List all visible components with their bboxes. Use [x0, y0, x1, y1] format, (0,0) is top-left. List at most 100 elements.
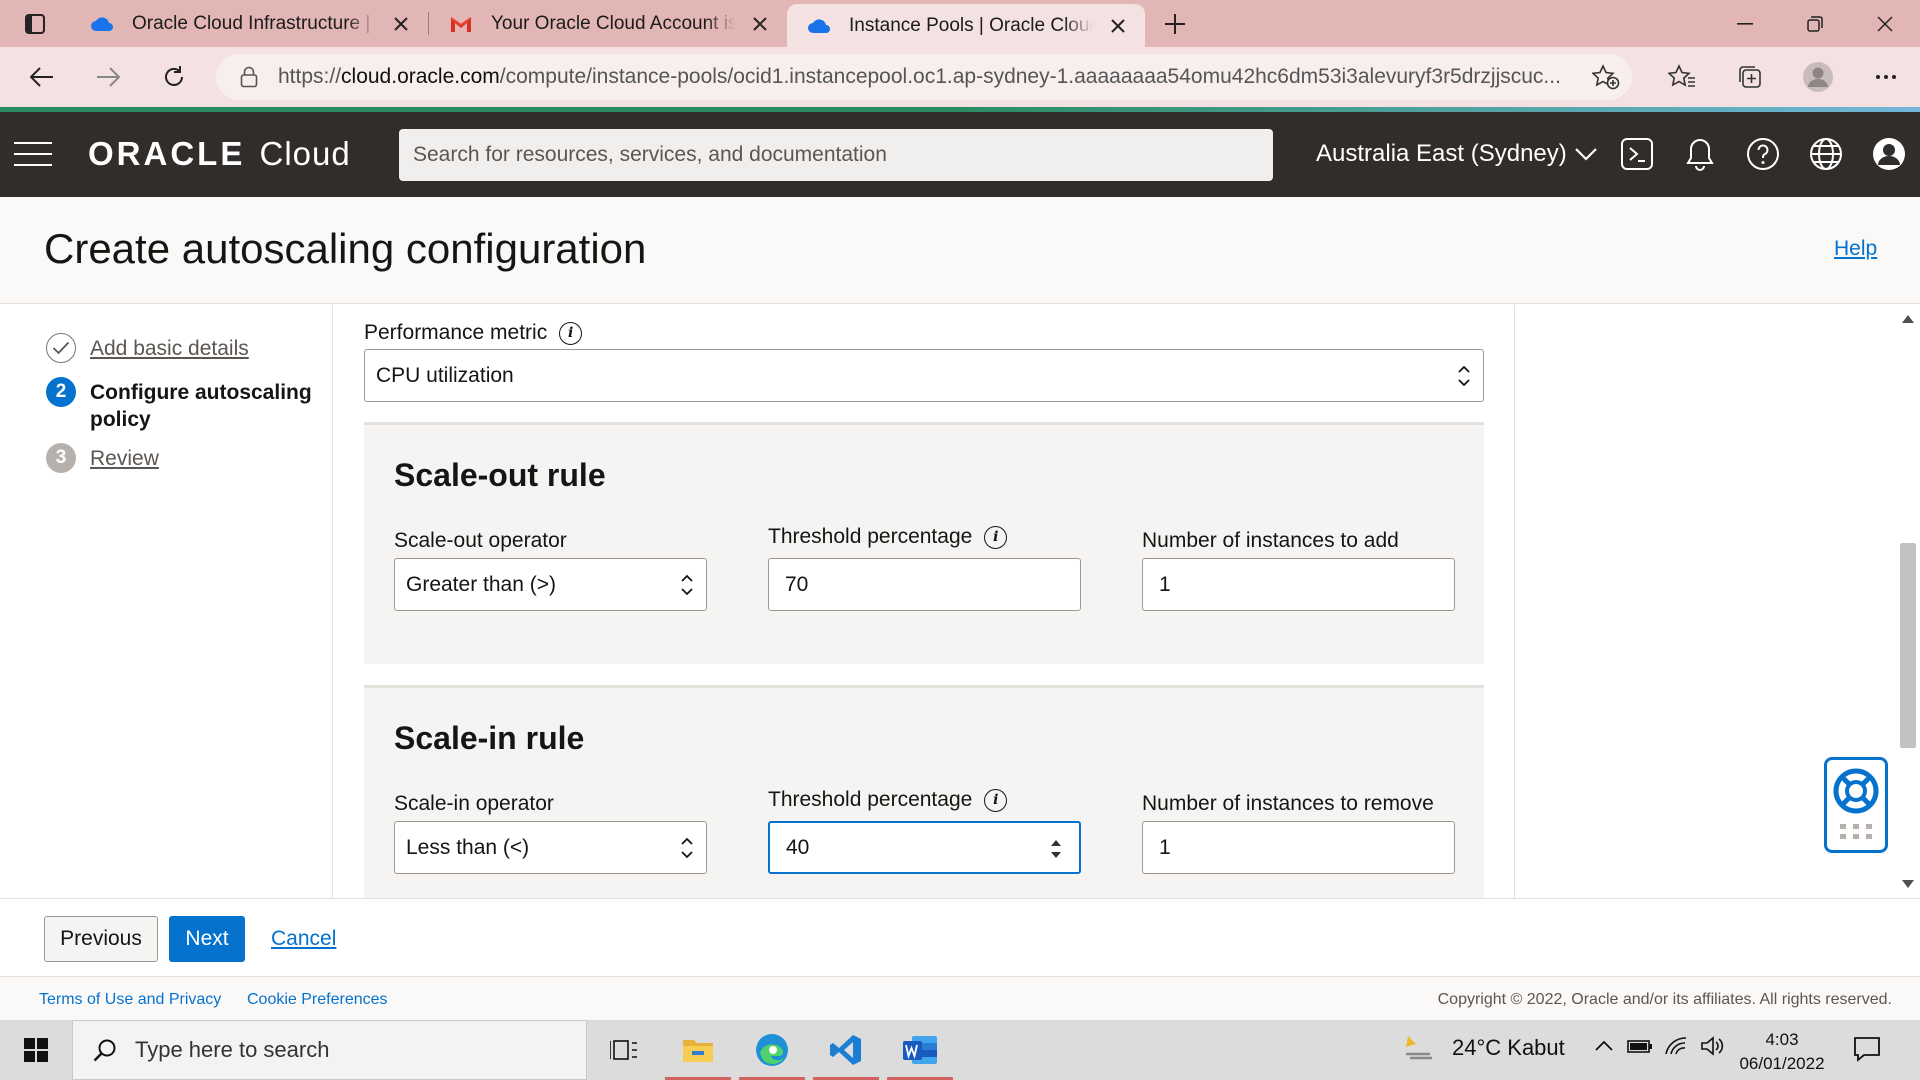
profile-avatar[interactable] [1784, 47, 1852, 107]
browser-tab-gmail[interactable]: Your Oracle Cloud Account is Fully [429, 0, 787, 47]
tab-actions-icon[interactable] [0, 0, 70, 47]
next-button[interactable]: Next [169, 916, 245, 962]
scroll-down-arrow-icon[interactable] [1902, 880, 1914, 888]
word-icon[interactable] [883, 1020, 957, 1080]
global-search-input[interactable]: Search for resources, services, and docu… [399, 129, 1273, 181]
cookie-preferences-link[interactable]: Cookie Preferences [247, 991, 388, 1009]
minimize-icon[interactable] [1710, 0, 1780, 47]
clock-date: 06/01/2022 [1739, 1054, 1825, 1073]
scale-out-operator-label: Scale-out operator [394, 529, 567, 553]
url-field[interactable]: https://cloud.oracle.com/compute/instanc… [216, 54, 1632, 100]
window-controls [1710, 0, 1920, 47]
step-review[interactable]: 3 Review [46, 443, 159, 473]
favorites-icon[interactable] [1648, 47, 1716, 107]
notifications-bell-icon[interactable] [1668, 130, 1731, 178]
volume-icon[interactable] [1694, 1036, 1730, 1056]
cloud-icon [807, 14, 831, 38]
notification-center-icon[interactable] [1852, 1034, 1882, 1069]
select-updown-icon [681, 837, 693, 859]
hamburger-menu-icon[interactable] [14, 142, 52, 166]
browser-tab-instance-pools[interactable]: Instance Pools | Oracle Cloud Infrastruc… [787, 4, 1145, 47]
help-question-icon[interactable] [1731, 130, 1794, 178]
scrollbar-thumb[interactable] [1900, 543, 1916, 748]
lifebuoy-icon [1833, 768, 1879, 814]
input-value: 1 [1159, 835, 1171, 859]
close-icon[interactable] [749, 13, 771, 35]
browser-tab-signin[interactable]: Oracle Cloud Infrastructure | Sign In [70, 0, 428, 47]
region-label: Australia East (Sydney) [1316, 140, 1567, 167]
add-favorite-icon[interactable] [1591, 64, 1620, 95]
selected-value: Greater than (>) [406, 572, 556, 596]
scale-in-operator-select[interactable]: Less than (<) [394, 821, 707, 874]
scale-in-count-input[interactable]: 1 [1142, 821, 1455, 874]
taskbar-search-input[interactable]: Type here to search [72, 1020, 587, 1080]
clock-time: 4:03 [1765, 1030, 1799, 1049]
file-explorer-icon[interactable] [661, 1020, 735, 1080]
task-view-icon[interactable] [587, 1020, 661, 1080]
forward-arrow-icon[interactable] [78, 47, 138, 107]
scale-out-operator-select[interactable]: Greater than (>) [394, 558, 707, 611]
reload-icon[interactable] [144, 47, 204, 107]
more-options-icon[interactable] [1852, 47, 1920, 107]
cloud-icon [90, 12, 114, 36]
collections-icon[interactable] [1716, 47, 1784, 107]
weather-widget[interactable]: 24°C Kabut [1404, 1034, 1565, 1062]
taskbar-clock[interactable]: 4:03 06/01/2022 [1728, 1028, 1836, 1076]
previous-button[interactable]: Previous [44, 916, 158, 962]
user-profile-icon[interactable] [1857, 130, 1920, 178]
step-number: 3 [46, 443, 76, 473]
edge-browser-icon[interactable] [735, 1020, 809, 1080]
performance-metric-select[interactable]: CPU utilization [364, 349, 1484, 402]
terms-link[interactable]: Terms of Use and Privacy [39, 991, 221, 1009]
back-arrow-icon[interactable] [12, 47, 72, 107]
scale-out-count-input[interactable]: 1 [1142, 558, 1455, 611]
new-tab-plus-icon[interactable] [1145, 0, 1205, 47]
scale-in-threshold-input[interactable]: 40 [768, 821, 1081, 874]
label-text: Threshold percentage [768, 788, 973, 811]
chevron-down-icon [1575, 148, 1597, 161]
battery-icon[interactable] [1622, 1036, 1658, 1056]
windows-start-icon[interactable] [0, 1020, 72, 1080]
step-label: Add basic details [90, 337, 249, 360]
browser-toolbar-right [1648, 47, 1920, 107]
info-icon[interactable]: i [984, 525, 1008, 549]
scale-in-rule-card: Scale-in rule Scale-in operator Less tha… [364, 685, 1484, 898]
label-text: Threshold percentage [768, 525, 973, 548]
region-selector[interactable]: Australia East (Sydney) [1316, 140, 1597, 168]
help-link[interactable]: Help [1834, 237, 1877, 261]
language-globe-icon[interactable] [1794, 130, 1857, 178]
close-window-icon[interactable] [1850, 0, 1920, 47]
form-scrollbar[interactable] [1896, 305, 1920, 898]
search-icon [93, 1039, 116, 1062]
cloud-shell-icon[interactable] [1605, 130, 1668, 178]
vscode-icon[interactable] [809, 1020, 883, 1080]
label-text: Number of instances to add [1142, 529, 1399, 552]
header-icons [1605, 130, 1920, 178]
logo-oracle-text: ORACLE [88, 135, 246, 172]
close-icon[interactable] [1107, 15, 1129, 37]
close-icon[interactable] [390, 13, 412, 35]
lock-icon[interactable] [236, 66, 262, 88]
label-text: Scale-out operator [394, 529, 567, 552]
wizard-footer: Previous Next Cancel [0, 898, 1920, 976]
label-text: Number of instances to remove [1142, 792, 1434, 815]
support-lifebuoy-widget[interactable] [1824, 757, 1888, 853]
oracle-cloud-logo[interactable]: ORACLE Cloud [88, 135, 351, 173]
restore-icon[interactable] [1780, 0, 1850, 47]
scale-in-rule-title: Scale-in rule [394, 720, 585, 756]
url-path: /compute/instance-pools/ocid1.instancepo… [499, 65, 1561, 88]
info-icon[interactable]: i [559, 321, 583, 345]
scale-out-threshold-input[interactable]: 70 [768, 558, 1081, 611]
number-spinner-icon[interactable] [1049, 837, 1063, 861]
scroll-up-arrow-icon[interactable] [1902, 315, 1914, 323]
browser-address-bar: https://cloud.oracle.com/compute/instanc… [0, 47, 1920, 107]
cancel-link[interactable]: Cancel [271, 927, 336, 951]
info-icon[interactable]: i [984, 788, 1008, 812]
chevron-up-icon[interactable] [1586, 1036, 1622, 1056]
step-configure-autoscaling-policy[interactable]: 2 Configure autoscaling policy [46, 377, 320, 433]
step-label: Review [90, 447, 159, 470]
gmail-icon [449, 12, 473, 36]
scale-out-count-label: Number of instances to add [1142, 529, 1399, 553]
step-add-basic-details[interactable]: Add basic details [46, 333, 249, 363]
wifi-icon[interactable] [1658, 1036, 1694, 1056]
